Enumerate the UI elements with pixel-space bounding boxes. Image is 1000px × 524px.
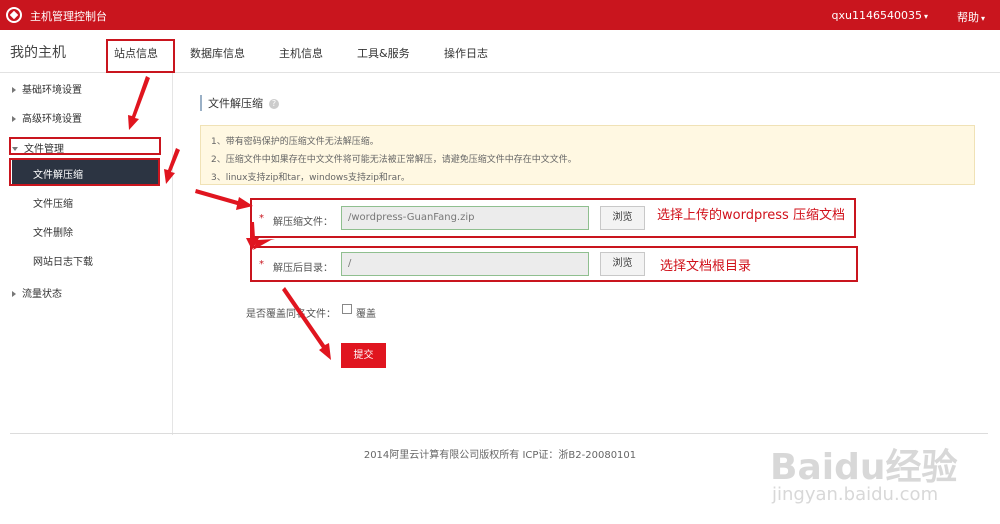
tab-database-info[interactable]: 数据库信息 [190,45,245,61]
annotation-box-file-management [9,137,161,155]
submit-button[interactable]: 提交 [341,343,386,368]
sidebar-group-basic-env[interactable]: 基础环境设置 [12,81,82,96]
caret-right-icon [12,291,16,297]
section-title: 文件解压缩? [200,95,279,111]
chevron-down-icon: ▾ [923,12,928,21]
sidebar-group-traffic[interactable]: 流量状态 [12,285,62,300]
overwrite-option-label[interactable]: 覆盖 [356,305,376,320]
annotation-box-dest [250,246,858,282]
sidebar: 基础环境设置 高级环境设置 文件管理 文件解压缩 文件压缩 文件删除 网站日志下… [0,73,173,435]
notice-line: 3、linux支持zip和tar，windows支持zip和rar。 [211,173,410,183]
section-title-text: 文件解压缩 [208,97,263,110]
sidebar-group-label: 高级环境设置 [22,114,82,125]
annotation-box-decompress [9,158,160,186]
overwrite-checkbox[interactable] [342,304,352,314]
footer-divider [10,433,988,434]
sidebar-group-label: 流量状态 [22,289,62,300]
user-name: qxu1146540035 [831,9,922,22]
watermark-url: jingyan.baidu.com [772,484,939,505]
watermark-logo-text: Baidu经验 [770,447,958,488]
overwrite-label: 是否覆盖同名文件： [246,309,336,320]
top-bar: 主机管理控制台 qxu1146540035 ▾ 帮助 ▾ [0,0,1000,30]
annotation-dest-hint: 选择文档根目录 [660,259,752,274]
caret-right-icon [12,116,16,122]
notice-line: 2、压缩文件中如果存在中文文件将可能无法被正常解压，请避免压缩文件中存在中文文件… [211,155,577,165]
help-icon[interactable]: ? [269,99,279,109]
tab-operation-log[interactable]: 操作日志 [444,45,488,61]
notice-line: 1、带有密码保护的压缩文件无法解压缩。 [211,137,379,147]
notice-box: 1、带有密码保护的压缩文件无法解压缩。 2、压缩文件中如果存在中文文件将可能无法… [200,125,975,185]
user-menu[interactable]: qxu1146540035 ▾ [832,9,928,22]
console-title[interactable]: 主机管理控制台 [30,8,107,24]
sidebar-group-label: 基础环境设置 [22,85,82,96]
annotation-box-site-info [106,39,175,73]
help-label: 帮助 [956,11,979,24]
sidebar-item-log-download[interactable]: 网站日志下载 [33,253,93,268]
aliyun-logo-icon[interactable] [6,7,22,23]
sidebar-group-advanced-env[interactable]: 高级环境设置 [12,110,82,125]
sidebar-item-file-delete[interactable]: 文件删除 [33,224,73,239]
sidebar-item-file-compress[interactable]: 文件压缩 [33,195,73,210]
arrow-to-archive-row [195,189,253,210]
caret-right-icon [12,87,16,93]
page-title: 我的主机 [10,45,66,61]
help-menu[interactable]: 帮助 ▾ [957,9,985,25]
arrow-to-submit [282,287,331,360]
tab-tools-services[interactable]: 工具&服务 [357,45,410,61]
chevron-down-icon: ▾ [980,14,985,23]
tab-host-info[interactable]: 主机信息 [279,45,323,61]
baidu-watermark: Baidu经验 jingyan.baidu.com [770,438,970,518]
annotation-archive-hint: 选择上传的wordpress 压缩文档 [657,208,845,223]
